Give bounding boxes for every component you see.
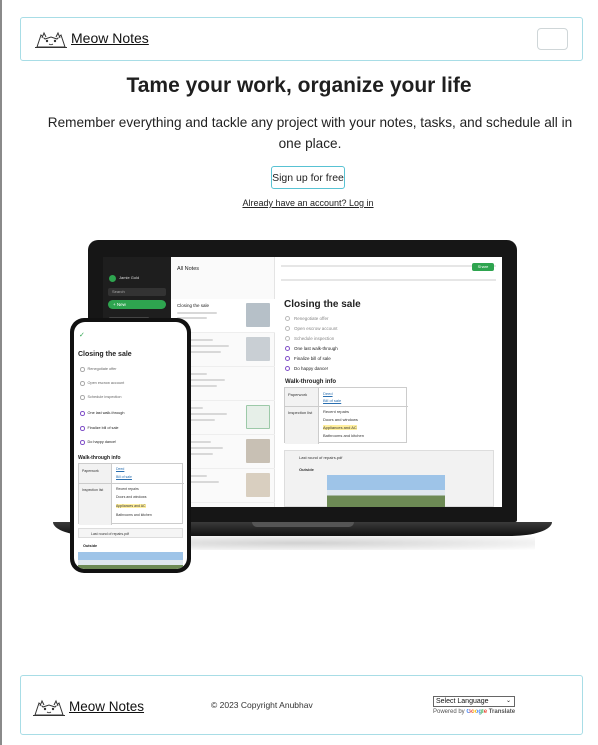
section-title: Walk-through info <box>285 379 337 385</box>
page-left-edge <box>0 0 2 745</box>
note-thumbnail <box>246 405 270 429</box>
cat-logo-icon <box>35 31 67 48</box>
task-item: Finalize bill of sale <box>285 356 331 361</box>
signup-button[interactable]: Sign up for free <box>271 166 345 189</box>
copyright-text: © 2023 Copyright Anubhav <box>211 700 313 710</box>
laptop-notch <box>252 522 354 527</box>
note-list-item-title: Closing the sale <box>177 303 210 308</box>
user-avatar <box>109 275 116 282</box>
note-editor: Share Closing the sale Renegotiate offer… <box>275 257 502 507</box>
new-note-button: + New <box>108 300 166 309</box>
footer-brand-name[interactable]: Meow Notes <box>69 699 144 714</box>
phone-section-title: Walk-through info <box>78 455 121 461</box>
phone-task-item: Do happy dance! <box>80 440 116 445</box>
formatting-toolbar <box>281 279 496 281</box>
phone-attachment-caption: Outside <box>83 544 98 548</box>
share-button: Share <box>472 263 494 271</box>
site-header: Meow Notes <box>20 17 583 61</box>
note-thumbnail <box>246 303 270 327</box>
task-item: One last walk-through <box>285 346 338 351</box>
task-item: Schedule inspection <box>285 336 334 341</box>
google-wordmark: Google <box>466 709 488 715</box>
phone-house-photo <box>78 552 183 569</box>
note-thumbnail <box>246 439 270 463</box>
chevron-down-icon: ⌄ <box>505 698 511 704</box>
phone-task-item: Open escrow account <box>80 381 124 386</box>
task-item: Do happy dance! <box>285 366 328 371</box>
task-item: Renegotiate offer <box>285 316 328 321</box>
note-thumbnail <box>246 337 270 361</box>
brand-name[interactable]: Meow Notes <box>71 30 149 46</box>
sidebar-search: Search <box>108 288 166 296</box>
phone-pdf-attachment: Last round of repairs.pdf <box>78 528 183 538</box>
phone-task-item: Renegotiate offer <box>80 367 117 372</box>
brand-link[interactable]: Meow Notes <box>35 28 149 48</box>
footer-brand-link[interactable]: Meow Notes <box>33 696 144 716</box>
phone-screenshot: ✓ Closing the sale Renegotiate offer Ope… <box>74 322 187 569</box>
note-list-heading: All Notes <box>177 266 200 272</box>
task-item: Open escrow account <box>285 326 338 331</box>
phone-task-item: One last walk-through <box>80 411 124 416</box>
powered-by-label: Powered by <box>433 709 465 715</box>
cat-logo-icon <box>33 699 65 716</box>
phone-toolbar: ✓ <box>79 331 182 339</box>
login-link[interactable]: Already have an account? Log in <box>0 198 598 208</box>
phone-task-item: Finalize bill of sale <box>80 426 119 431</box>
language-select-value: Select Language <box>436 698 489 705</box>
translate-label: Translate <box>488 709 516 715</box>
hero-subtitle: Remember everything and tackle any proje… <box>47 115 573 151</box>
walkthrough-table: Paperwork Deed Bill of sale Inspection l… <box>284 387 408 444</box>
attachment-name: Last round of repairs.pdf <box>299 455 343 460</box>
powered-by-google-translate: Powered by Google Translate <box>433 709 515 715</box>
note-title: Closing the sale <box>284 299 361 310</box>
google-logo: Google <box>466 709 488 715</box>
phone-task-item: Schedule inspection <box>80 395 122 400</box>
note-thumbnail <box>246 473 270 497</box>
pdf-attachment: Last round of repairs.pdf Outside <box>284 450 494 507</box>
site-footer: Meow Notes © 2023 Copyright Anubhav Sele… <box>20 675 583 735</box>
house-photo <box>327 475 445 507</box>
user-name: Jamie Gold <box>119 275 140 280</box>
attachment-caption: Outside <box>299 467 314 472</box>
phone-note-title: Closing the sale <box>78 351 132 358</box>
phone-walkthrough-table: Paperwork Deed Bill of sale Inspection l… <box>78 463 184 525</box>
language-select[interactable]: Select Language ⌄ <box>433 696 515 707</box>
check-icon: ✓ <box>79 332 85 339</box>
menu-toggle-button[interactable] <box>537 28 568 50</box>
hero-title: Tame your work, organize your life <box>126 74 472 97</box>
editor-top-bar <box>281 265 496 267</box>
